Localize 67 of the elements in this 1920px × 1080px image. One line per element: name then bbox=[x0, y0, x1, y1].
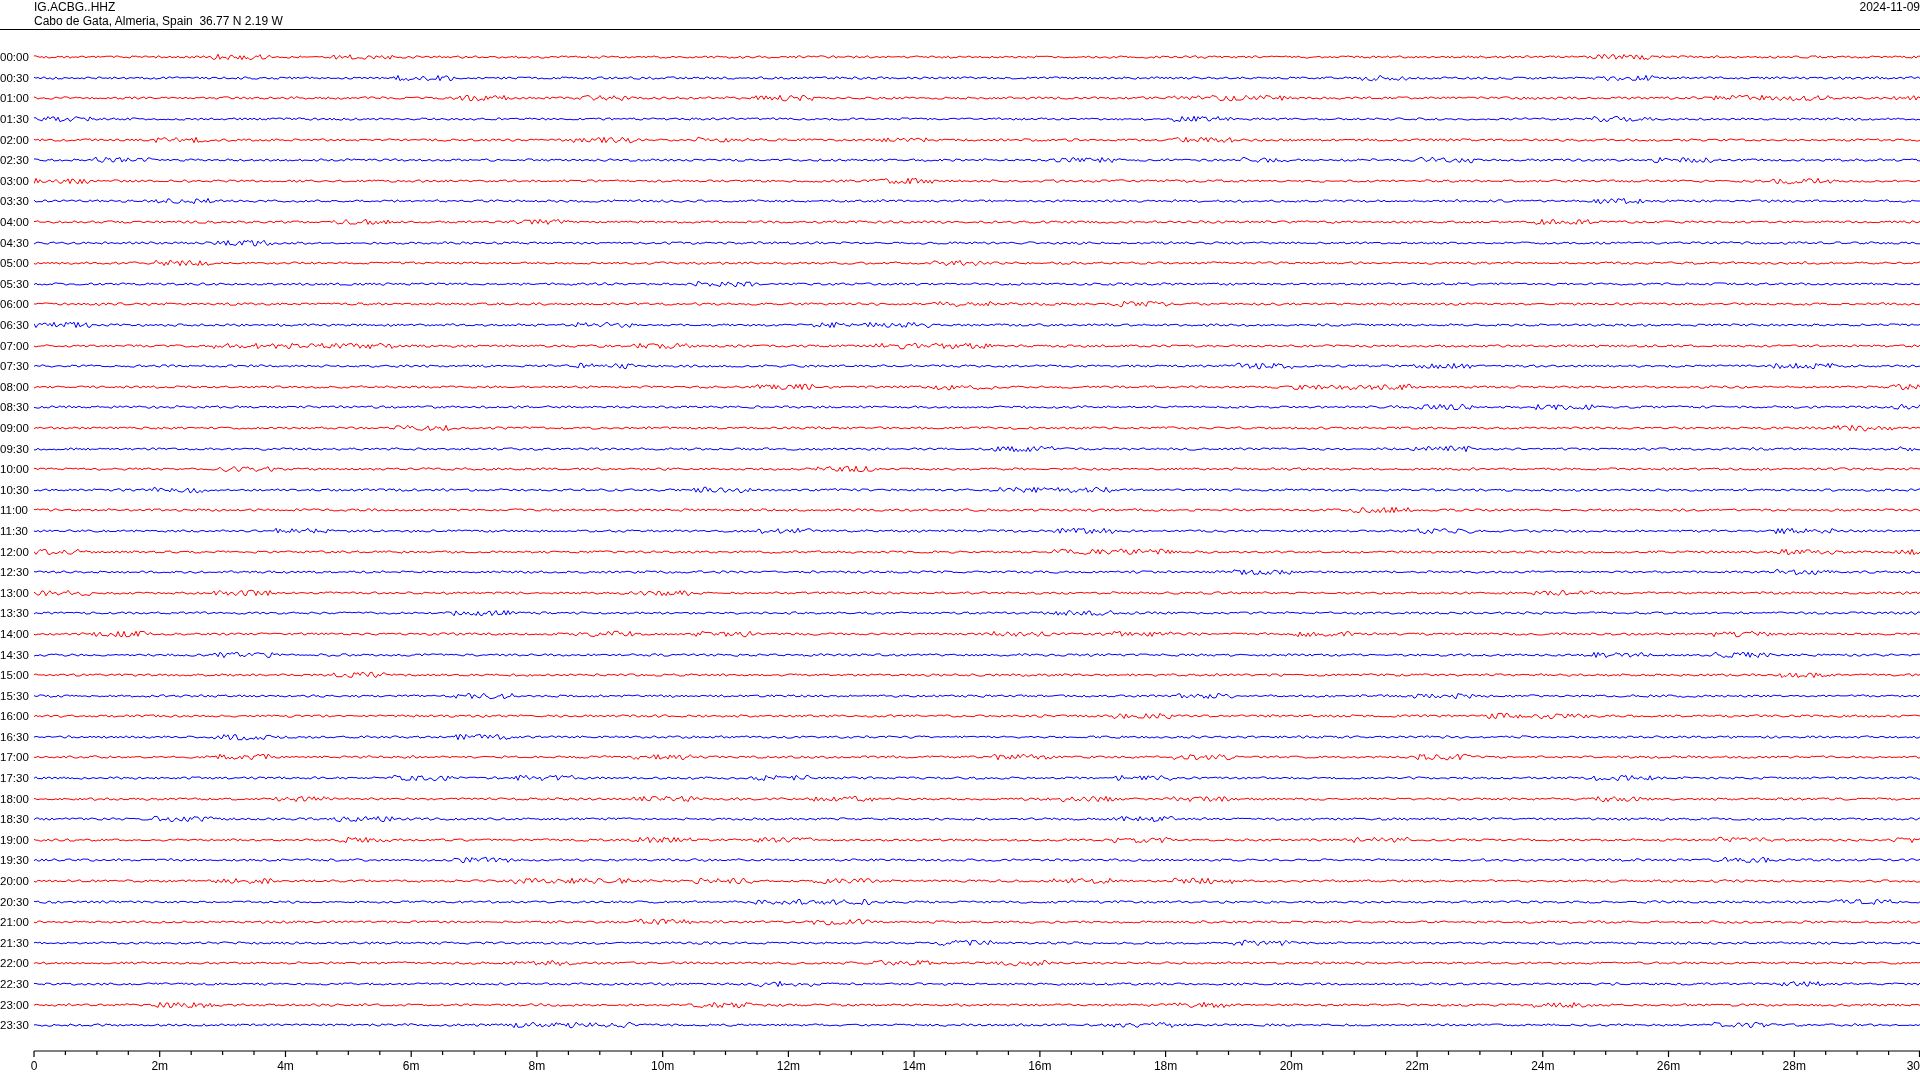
time-label: 22:00 bbox=[0, 957, 30, 970]
axis-label: 12m bbox=[776, 1058, 801, 1073]
axis-label: 8m bbox=[528, 1058, 546, 1073]
time-label: 15:00 bbox=[0, 669, 30, 682]
time-label: 11:00 bbox=[0, 504, 29, 517]
time-label: 19:30 bbox=[0, 854, 30, 867]
time-label: 03:30 bbox=[0, 195, 30, 208]
time-label: 09:00 bbox=[0, 422, 30, 434]
time-label: 13:30 bbox=[0, 607, 30, 620]
axis-label: 18m bbox=[1153, 1058, 1178, 1073]
axis-label: 2m bbox=[151, 1058, 169, 1073]
axis-label: 16m bbox=[1028, 1058, 1052, 1073]
time-label: 18:00 bbox=[0, 792, 30, 805]
time-label: 01:30 bbox=[0, 113, 30, 126]
time-label: 10:30 bbox=[0, 483, 30, 496]
time-label: 07:30 bbox=[0, 360, 30, 373]
axis-label: 28m bbox=[1782, 1058, 1806, 1073]
time-label: 09:30 bbox=[0, 442, 30, 455]
time-label: 04:00 bbox=[0, 216, 30, 229]
time-label: 14:00 bbox=[0, 627, 30, 640]
station-title: IG.ACBG..HHZ bbox=[34, 0, 116, 14]
time-label: 18:30 bbox=[0, 813, 30, 826]
time-label: 03:00 bbox=[0, 174, 30, 187]
time-label: 11:30 bbox=[0, 524, 29, 537]
axis-label: 20m bbox=[1279, 1058, 1303, 1073]
time-label: 08:00 bbox=[0, 380, 30, 393]
time-label: 02:30 bbox=[0, 154, 30, 167]
time-label: 15:30 bbox=[0, 689, 30, 702]
time-label: 08:30 bbox=[0, 401, 30, 414]
time-label: 04:30 bbox=[0, 236, 30, 249]
axis-label: 10m bbox=[651, 1058, 675, 1073]
time-label: 12:30 bbox=[0, 566, 30, 579]
time-label: 20:30 bbox=[0, 895, 30, 908]
time-label: 21:00 bbox=[0, 916, 30, 929]
time-label: 10:00 bbox=[0, 463, 30, 476]
time-label: 16:00 bbox=[0, 710, 30, 723]
time-label: 19:00 bbox=[0, 833, 30, 846]
time-label: 00:30 bbox=[0, 71, 30, 84]
time-label: 17:00 bbox=[0, 751, 30, 764]
time-label: 00:00 bbox=[0, 51, 30, 64]
time-label: 22:30 bbox=[0, 978, 30, 990]
time-label: 20:00 bbox=[0, 875, 30, 888]
time-label: 13:00 bbox=[0, 586, 30, 599]
time-label: 02:00 bbox=[0, 133, 30, 146]
date-label: 2024-11-09 bbox=[1859, 0, 1920, 14]
axis-label: 24m bbox=[1531, 1058, 1555, 1073]
station-location: Cabo de Gata, Almeria, Spain 36.77 N 2.19 W bbox=[34, 14, 283, 28]
time-label: 17:30 bbox=[0, 772, 30, 785]
axis-label: 4m bbox=[277, 1058, 294, 1073]
time-label: 16:30 bbox=[0, 730, 30, 743]
axis-label: 30 bbox=[1906, 1058, 1920, 1073]
time-label: 01:00 bbox=[0, 92, 30, 105]
axis-label: 14m bbox=[902, 1058, 926, 1073]
time-label: 14:30 bbox=[0, 648, 30, 661]
axis-label: 26m bbox=[1656, 1058, 1681, 1073]
time-label: 07:00 bbox=[0, 339, 30, 352]
time-label: 21:30 bbox=[0, 936, 30, 949]
time-label: 05:00 bbox=[0, 257, 30, 270]
time-label: 06:30 bbox=[0, 319, 30, 331]
axis-label: 0 bbox=[30, 1058, 38, 1073]
axis-label: 6m bbox=[402, 1058, 420, 1073]
time-label: 23:00 bbox=[0, 998, 30, 1011]
time-label: 05:30 bbox=[0, 277, 30, 290]
time-label: 06:00 bbox=[0, 298, 30, 311]
axis-label: 22m bbox=[1405, 1058, 1429, 1073]
time-label: 23:30 bbox=[0, 1019, 30, 1032]
time-label: 12:00 bbox=[0, 545, 30, 558]
